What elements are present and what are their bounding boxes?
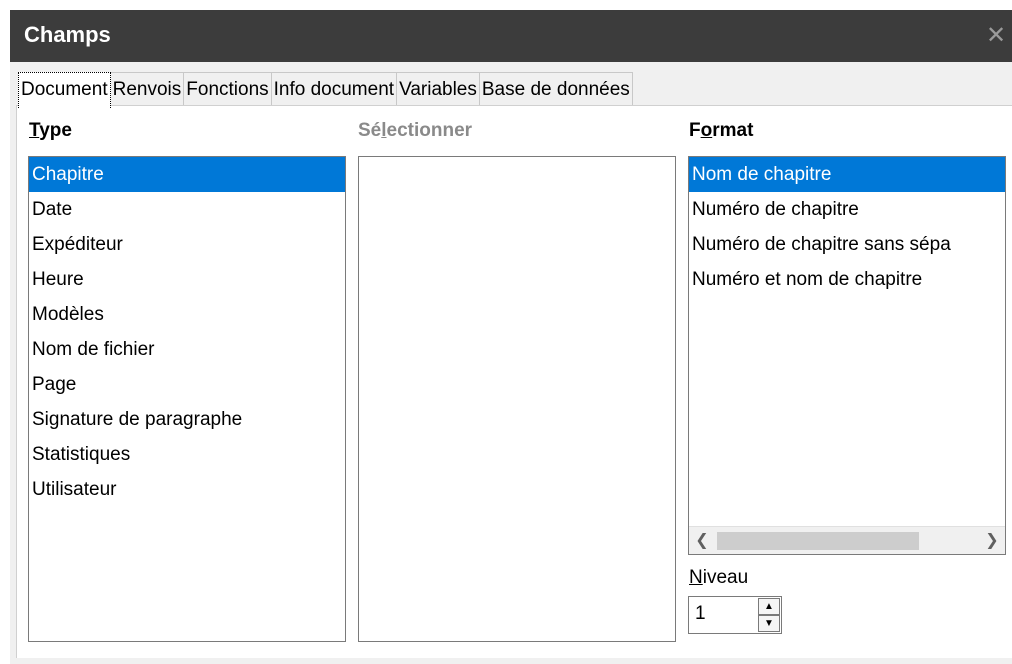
scroll-left-icon[interactable]: ❮	[689, 527, 715, 554]
spin-down-icon[interactable]: ▼	[758, 615, 780, 632]
select-list[interactable]	[358, 156, 676, 642]
format-item-numero-et-nom[interactable]: Numéro et nom de chapitre	[689, 262, 1005, 297]
fields-dialog: Document Renvois Fonctions Info document…	[10, 62, 1012, 664]
spin-up-icon[interactable]: ▲	[758, 598, 780, 615]
select-label: Sélectionner	[358, 120, 473, 141]
type-label: Type	[29, 120, 72, 141]
tab-variables[interactable]: Variables	[396, 72, 480, 106]
format-list[interactable]: Nom de chapitre Numéro de chapitre Numér…	[688, 156, 1006, 555]
format-item-nom-de-chapitre[interactable]: Nom de chapitre	[689, 157, 1005, 192]
type-item-expediteur[interactable]: Expéditeur	[29, 227, 345, 262]
tab-renvois[interactable]: Renvois	[109, 72, 185, 106]
tab-content: Type Chapitre Date Expéditeur Heure Modè…	[16, 105, 1012, 658]
tab-info-document[interactable]: Info document	[270, 72, 398, 106]
niveau-label: Niveau	[689, 567, 749, 588]
scroll-thumb[interactable]	[717, 532, 919, 550]
tab-document[interactable]: Document	[18, 72, 111, 108]
format-horizontal-scrollbar[interactable]: ❮ ❯	[689, 526, 1005, 554]
tab-bar: Document Renvois Fonctions Info document…	[18, 72, 633, 108]
niveau-spinbox[interactable]: 1 ▲ ▼	[688, 596, 782, 634]
type-item-signature[interactable]: Signature de paragraphe	[29, 402, 345, 437]
spin-buttons: ▲ ▼	[758, 598, 780, 632]
type-item-date[interactable]: Date	[29, 192, 345, 227]
type-item-statistiques[interactable]: Statistiques	[29, 437, 345, 472]
window-title: Champs	[24, 22, 111, 47]
scroll-right-icon[interactable]: ❯	[979, 527, 1005, 554]
niveau-value[interactable]: 1	[695, 603, 706, 625]
tab-base-de-donnees[interactable]: Base de données	[478, 72, 633, 106]
type-item-page[interactable]: Page	[29, 367, 345, 402]
type-item-chapitre[interactable]: Chapitre	[29, 157, 345, 192]
type-item-heure[interactable]: Heure	[29, 262, 345, 297]
format-label: Format	[689, 120, 754, 141]
type-item-utilisateur[interactable]: Utilisateur	[29, 472, 345, 507]
type-list[interactable]: Chapitre Date Expéditeur Heure Modèles N…	[28, 156, 346, 642]
type-item-nom-de-fichier[interactable]: Nom de fichier	[29, 332, 345, 367]
format-item-numero-de-chapitre[interactable]: Numéro de chapitre	[689, 192, 1005, 227]
format-item-numero-sans-separateur[interactable]: Numéro de chapitre sans sépa	[689, 227, 1005, 262]
close-icon[interactable]: ✕	[980, 22, 1012, 50]
title-bar: Champs ✕	[10, 10, 1012, 62]
type-item-modeles[interactable]: Modèles	[29, 297, 345, 332]
tab-fonctions[interactable]: Fonctions	[183, 72, 272, 106]
